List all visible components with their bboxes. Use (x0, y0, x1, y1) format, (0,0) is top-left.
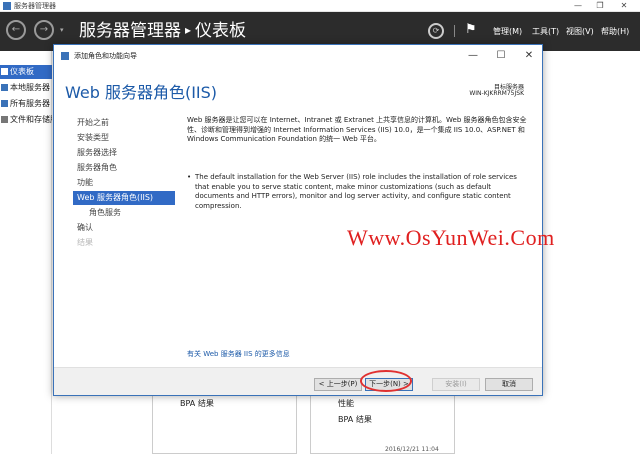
tile-timestamp: 2016/12/21 11:04 (385, 446, 439, 453)
step-server-selection[interactable]: 服务器选择 (73, 146, 175, 160)
server-manager-titlebar: 服务器管理器 — ❐ ✕ (0, 0, 640, 12)
next-button[interactable]: 下一步(N) > (365, 378, 413, 391)
sidebar-item-label: 本地服务器 (10, 83, 50, 92)
step-installation-type[interactable]: 安装类型 (73, 131, 175, 145)
breadcrumb: 服务器管理器 ▸ 仪表板 (79, 20, 246, 43)
forward-arrow-icon[interactable]: → (34, 20, 54, 40)
history-dropdown-icon[interactable]: ▾ (60, 26, 64, 34)
notifications-flag-icon[interactable]: ⚑ (465, 22, 477, 37)
step-confirmation[interactable]: 确认 (73, 221, 175, 235)
more-info-link[interactable]: 有关 Web 服务器 IIS 的更多信息 (187, 349, 290, 359)
wizard-title: 添加角色和功能向导 (74, 52, 137, 60)
refresh-icon[interactable]: ⟳ (428, 23, 444, 39)
target-server-name: WIN-KJKRRM75JSK (469, 90, 524, 97)
sidebar-item-label: 文件和存储服务 (10, 115, 52, 124)
close-button[interactable]: ✕ (614, 0, 634, 12)
server-icon (1, 84, 8, 91)
tile-bpa-results: BPA 结果 (180, 399, 214, 408)
breadcrumb-root[interactable]: 服务器管理器 (79, 21, 181, 41)
tile-performance: 性能 (338, 399, 354, 408)
watermark: Www.OsYunWei.Com (347, 225, 555, 250)
add-roles-wizard-dialog: 添加角色和功能向导 — ☐ ✕ Web 服务器角色(IIS) 目标服务器 WIN… (53, 44, 543, 396)
dashboard-icon (1, 68, 8, 75)
menu-view[interactable]: 视图(V) (566, 26, 594, 37)
menu-help[interactable]: 帮助(H) (601, 26, 629, 37)
install-button: 安装(I) (432, 378, 480, 391)
step-before-you-begin[interactable]: 开始之前 (73, 116, 175, 130)
step-server-roles[interactable]: 服务器角色 (73, 161, 175, 175)
maximize-button[interactable]: ❐ (590, 0, 610, 12)
bullet-icon: • (187, 173, 192, 181)
sidebar-item-local-server[interactable]: 本地服务器 (0, 81, 52, 95)
server-manager-app-icon (3, 2, 11, 10)
minimize-button[interactable]: — (568, 0, 588, 12)
server-manager-window-title: 服务器管理器 (14, 2, 56, 10)
breadcrumb-current: 仪表板 (195, 21, 247, 41)
previous-button[interactable]: < 上一步(P) (314, 378, 362, 391)
sidebar-item-dashboard[interactable]: 仪表板 (0, 65, 52, 79)
sidebar-item-all-servers[interactable]: 所有服务器 (0, 97, 52, 111)
breadcrumb-separator-icon: ▸ (185, 23, 192, 37)
tile-bpa-results: BPA 结果 (338, 415, 372, 424)
sidebar-item-label: 仪表板 (10, 67, 34, 76)
wizard-maximize-button[interactable]: ☐ (488, 45, 514, 67)
step-web-server-role[interactable]: Web 服务器角色(IIS) (73, 191, 175, 205)
dashboard-tile-right[interactable] (310, 392, 455, 454)
back-arrow-icon[interactable]: ← (6, 20, 26, 40)
step-role-services[interactable]: 角色服务 (73, 206, 175, 220)
sidebar-item-label: 所有服务器 (10, 99, 50, 108)
server-manager-sidebar: 仪表板 本地服务器 所有服务器 文件和存储服务 (0, 51, 52, 454)
file-storage-icon (1, 116, 8, 123)
menu-tools[interactable]: 工具(T) (532, 26, 559, 37)
dashboard-tile-left[interactable] (152, 392, 297, 454)
page-title: Web 服务器角色(IIS) (65, 83, 218, 102)
wizard-minimize-button[interactable]: — (460, 45, 486, 67)
wizard-close-button[interactable]: ✕ (516, 45, 542, 67)
servers-icon (1, 100, 8, 107)
sidebar-item-file-storage[interactable]: 文件和存储服务 (0, 113, 52, 127)
wizard-titlebar: 添加角色和功能向导 — ☐ ✕ (54, 45, 542, 67)
menu-manage[interactable]: 管理(M) (493, 26, 522, 37)
wizard-footer: < 上一步(P) 下一步(N) > 安装(I) 取消 (54, 367, 542, 395)
header-divider (454, 25, 455, 37)
intro-paragraph: Web 服务器是让您可以在 Internet、Intranet 或 Extran… (187, 116, 527, 143)
step-features[interactable]: 功能 (73, 176, 175, 190)
cancel-button[interactable]: 取消 (485, 378, 533, 391)
step-results: 结果 (77, 238, 93, 247)
bullet-paragraph: • The default installation for the Web S… (187, 173, 532, 211)
wizard-app-icon (61, 52, 69, 60)
bullet-text: The default installation for the Web Ser… (195, 173, 517, 210)
